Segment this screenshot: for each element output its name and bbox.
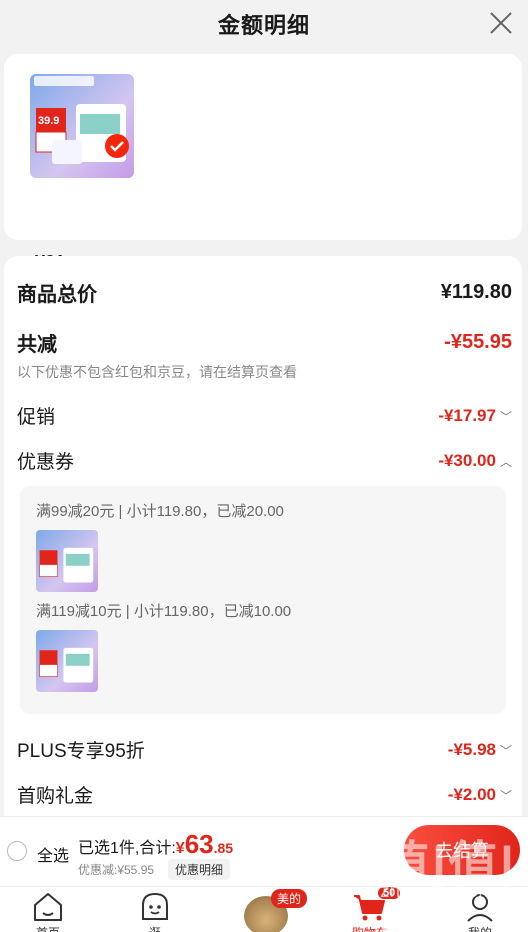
- discount-summary: 优惠减:¥55.95: [78, 863, 155, 877]
- coupon-item-2-image[interactable]: [36, 630, 98, 692]
- discount-value: -¥55.95: [444, 331, 512, 353]
- coupon-label: 优惠券: [17, 452, 75, 473]
- promo-pill[interactable]: 美的: [271, 889, 308, 908]
- promo-label: 促销: [17, 407, 56, 428]
- header: 金额明细: [0, 0, 528, 46]
- product-card: 39.9 ¥31.92 x2: [4, 54, 522, 272]
- face-icon: [142, 892, 168, 920]
- select-all-label[interactable]: 全选: [37, 842, 69, 866]
- discount-row: 共减 -¥55.95: [17, 328, 512, 357]
- select-all-radio[interactable]: [7, 841, 27, 861]
- coupon-detail-box: 满99减20元 | 小计119.80，已减20.00 满119减10元 | 小计…: [20, 486, 506, 714]
- product-image-price: 39.9: [38, 115, 59, 127]
- checkout-bar: 全选 已选1件,合计:¥63.85 优惠减:¥55.95 优惠明细 去结算: [0, 816, 528, 886]
- coupon-row[interactable]: 优惠券 -¥30.00 ︿: [17, 447, 512, 474]
- discount-note: 以下优惠不包含红包和京豆，请在结算页查看: [17, 364, 297, 380]
- coupon-item-1-text: 满99减20元 | 小计119.80，已减20.00: [36, 503, 284, 520]
- tab-browse[interactable]: 逛: [125, 891, 185, 932]
- close-icon[interactable]: [488, 10, 514, 36]
- tab-home[interactable]: 首页: [18, 891, 78, 932]
- plus-row[interactable]: PLUS专享95折 -¥5.98 ﹀: [17, 736, 512, 763]
- total-value: ¥119.80: [440, 281, 512, 303]
- first-purchase-value: -¥2.00: [447, 784, 496, 804]
- tab-browse-label: 逛: [125, 924, 185, 932]
- page-title: 金额明细: [217, 13, 310, 38]
- tab-cart-label: 购物车: [340, 924, 400, 932]
- total-row: 商品总价 ¥119.80: [17, 278, 512, 307]
- tab-home-label: 首页: [18, 924, 78, 932]
- home-icon: [34, 893, 62, 921]
- coupon-value: -¥30.00: [438, 450, 496, 470]
- plus-label: PLUS专享95折: [17, 741, 145, 762]
- coupon-item-2-text: 满119减10元 | 小计119.80，已减10.00: [36, 603, 292, 620]
- promo-row[interactable]: 促销 -¥17.97 ﹀: [17, 402, 512, 429]
- chevron-down-icon: ﹀: [499, 788, 512, 803]
- selected-summary: 已选1件,合计:¥63.85: [78, 829, 234, 859]
- promo-value: -¥17.97: [438, 405, 496, 425]
- user-icon: [467, 894, 493, 922]
- checkout-button[interactable]: 去结算: [404, 825, 520, 875]
- total-amount: ¥63.85: [175, 829, 234, 859]
- product-image[interactable]: 39.9: [30, 74, 134, 178]
- total-label: 商品总价: [17, 284, 97, 306]
- cart-badge: 50: [377, 886, 402, 900]
- selected-check-icon[interactable]: [105, 134, 129, 158]
- discount-label: 共减: [17, 334, 57, 356]
- discount-detail-button[interactable]: 优惠明细: [168, 859, 231, 880]
- tab-mine[interactable]: 我的: [450, 891, 510, 932]
- chevron-up-icon: ︿: [499, 454, 512, 469]
- first-purchase-row[interactable]: 首购礼金 -¥2.00 ﹀: [17, 781, 512, 808]
- coupon-item-1-image[interactable]: [36, 530, 98, 592]
- first-purchase-label: 首购礼金: [17, 786, 94, 807]
- chevron-down-icon: ﹀: [499, 743, 512, 758]
- tab-mine-label: 我的: [450, 924, 510, 932]
- chevron-down-icon: ﹀: [499, 409, 512, 424]
- plus-value: -¥5.98: [447, 739, 496, 759]
